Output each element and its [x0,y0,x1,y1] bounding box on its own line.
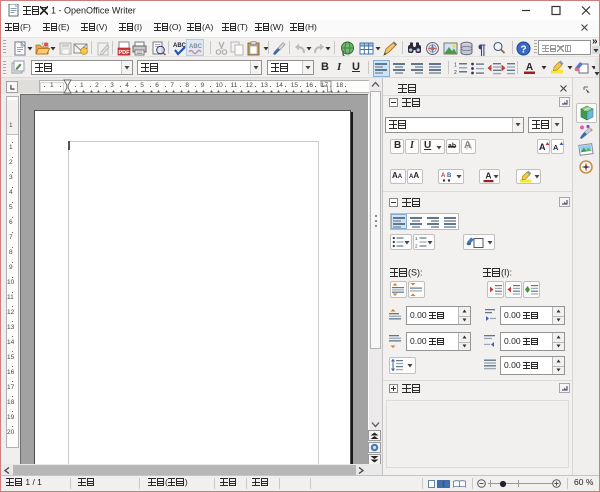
svg-text:1: 1 [454,63,457,69]
svg-text:A: A [539,142,546,152]
svg-text:1: 1 [415,236,418,241]
svg-text:A: A [441,173,446,179]
svg-text:?: ? [520,45,526,56]
svg-text:2: 2 [454,70,457,75]
svg-text:¶: ¶ [478,41,486,56]
svg-text:PDF: PDF [119,50,131,56]
svg-text:A: A [485,171,491,181]
svg-text:2: 2 [415,244,418,249]
svg-text:B: B [447,173,452,179]
svg-text:A: A [526,62,533,73]
svg-text:A: A [553,143,559,152]
